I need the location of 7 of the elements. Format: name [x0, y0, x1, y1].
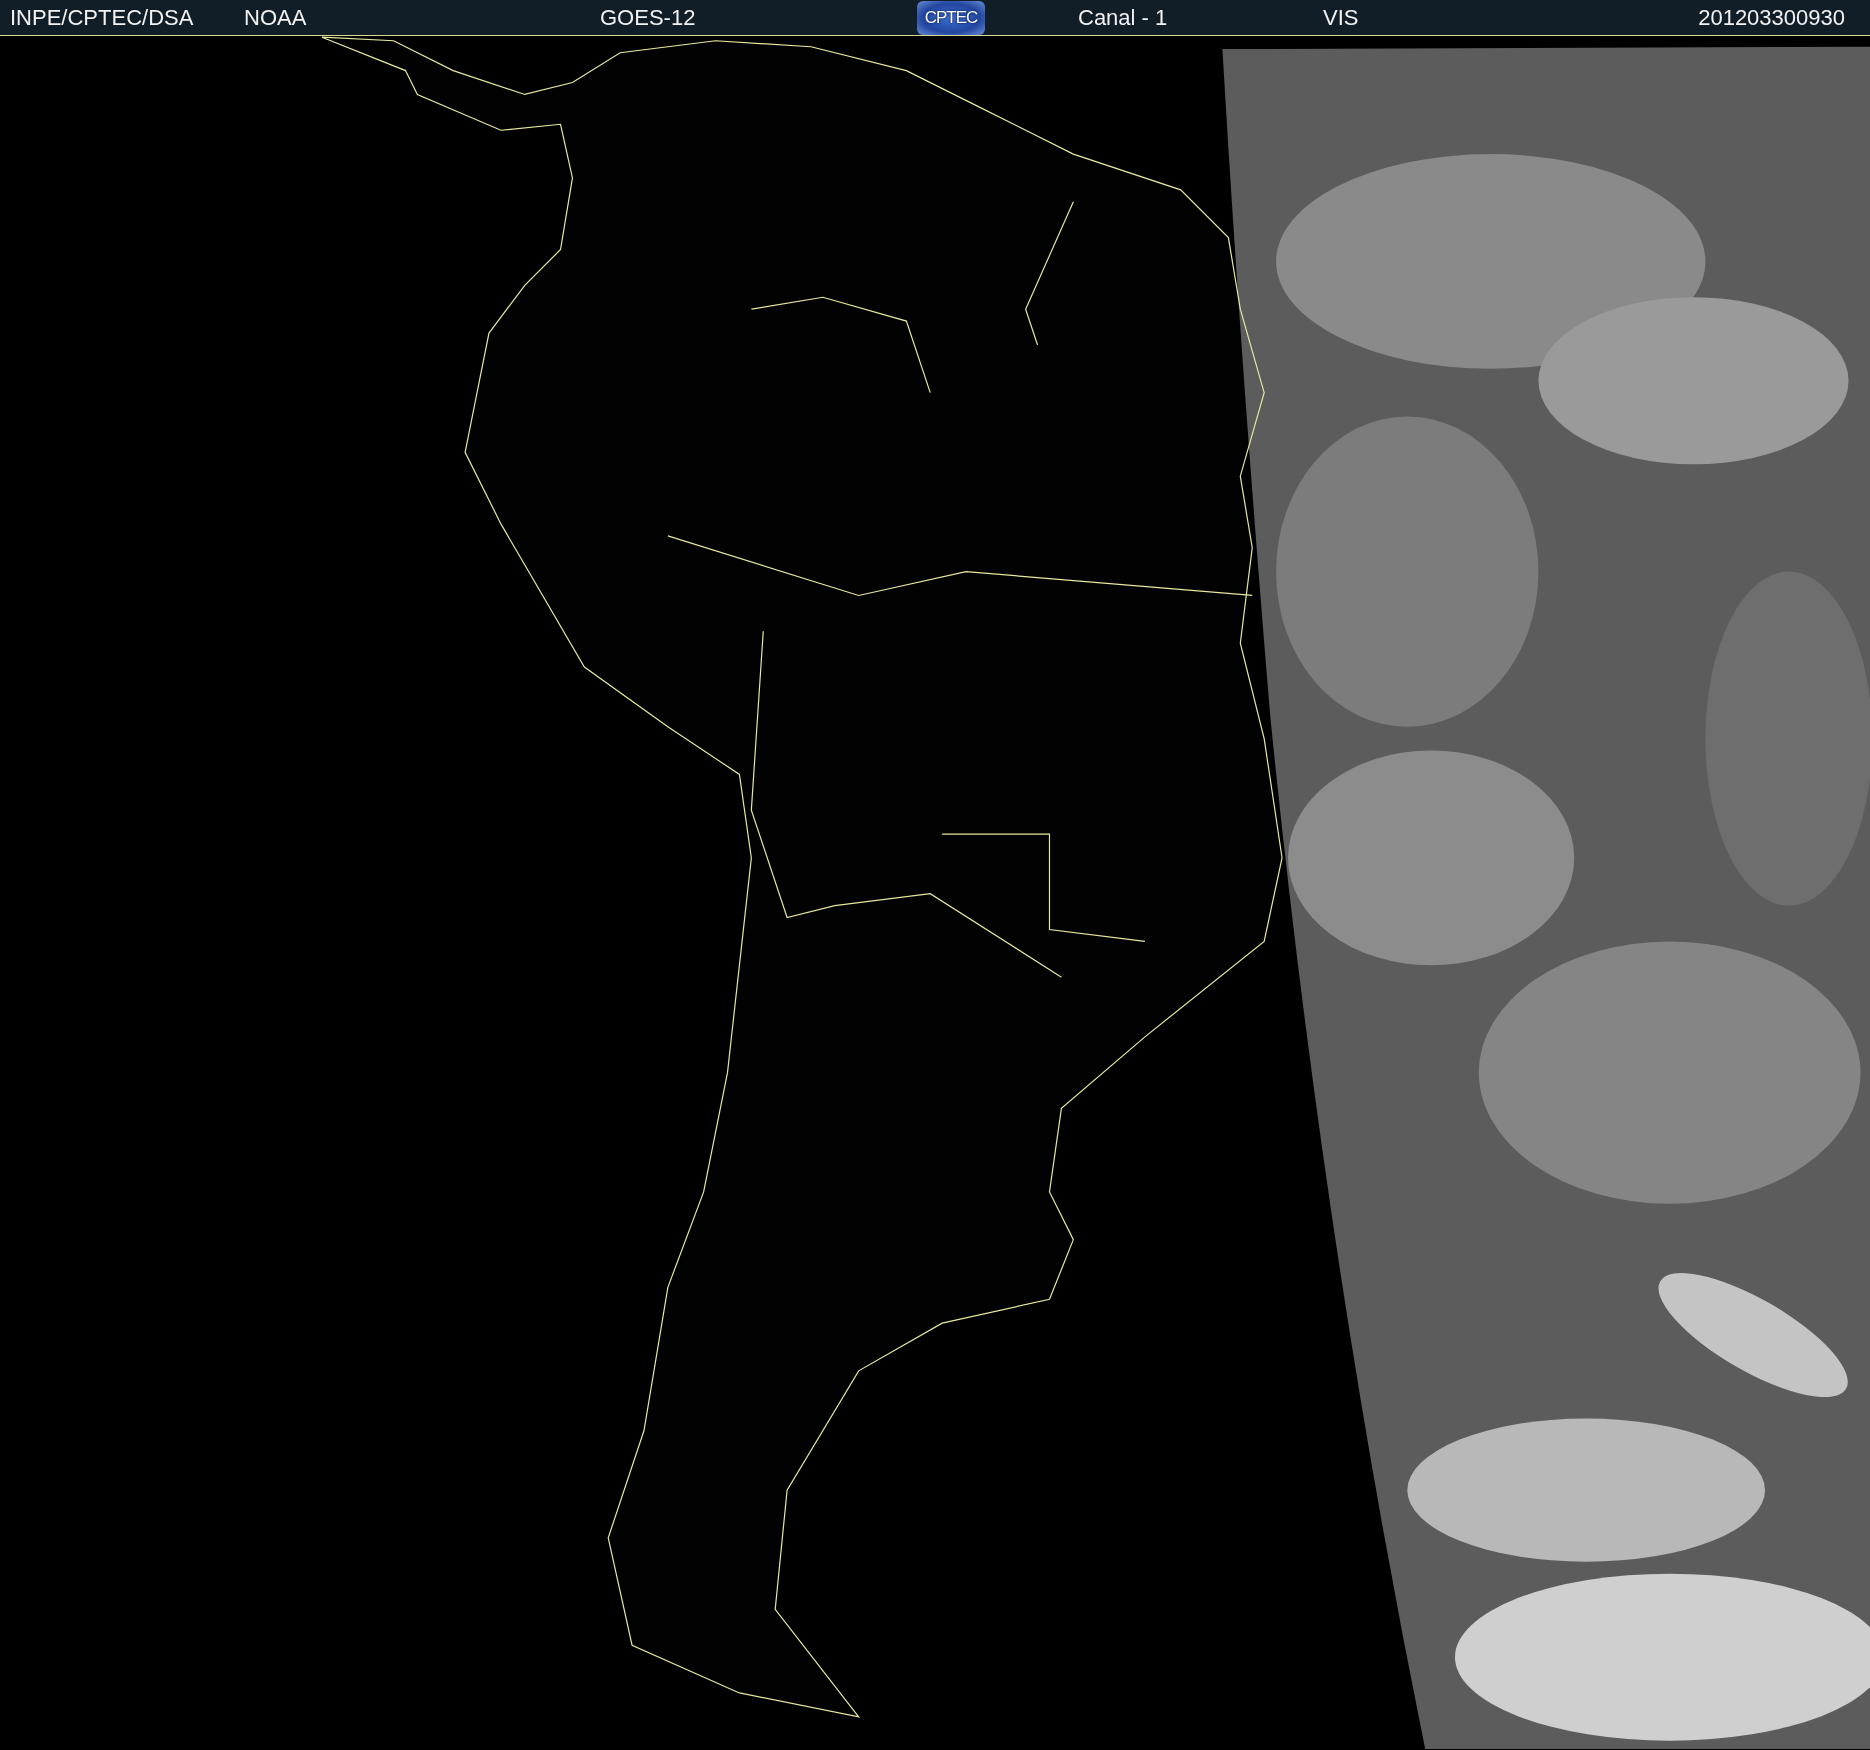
channel-label: Canal - 1	[1078, 4, 1168, 31]
satellite-label: GOES-12	[600, 4, 696, 31]
agency-label: NOAA	[244, 4, 307, 31]
timestamp-label: 201203300930	[1698, 4, 1845, 31]
source-label: INPE/CPTEC/DSA	[10, 4, 194, 31]
band-label: VIS	[1323, 4, 1359, 31]
logo: CPTEC	[917, 0, 985, 35]
